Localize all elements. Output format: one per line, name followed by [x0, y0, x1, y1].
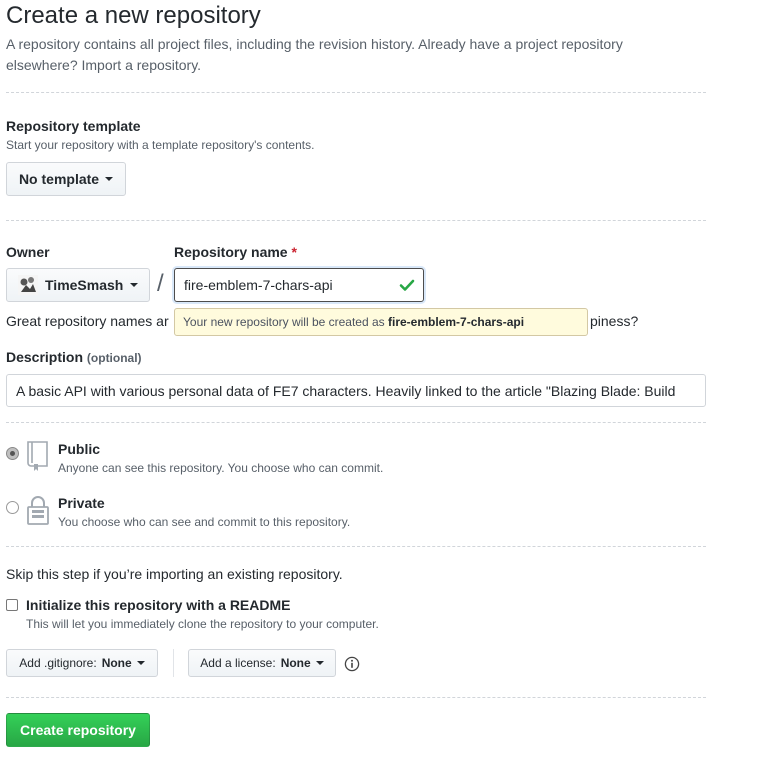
import-repository-link[interactable]: Import a repository. [82, 57, 202, 73]
repo-name-input[interactable]: fire-emblem-7-chars-api [174, 268, 424, 302]
page-intro: A repository contains all project files,… [6, 34, 696, 76]
repo-name-label-text: Repository name [174, 244, 288, 260]
button-separator [173, 649, 174, 677]
info-icon[interactable] [344, 656, 360, 672]
tooltip-text: Your new repository will be created as [183, 315, 388, 329]
private-radio[interactable] [6, 501, 19, 514]
repo-name-hint-end: piness? [590, 313, 639, 329]
description-optional: (optional) [86, 351, 142, 365]
owner-select-button[interactable]: TimeSmash [6, 268, 150, 302]
license-select-button[interactable]: Add a license: None [188, 649, 336, 677]
template-select-button[interactable]: No template [6, 162, 126, 196]
description-label-text: Description [6, 349, 84, 365]
template-button-label: No template [18, 171, 100, 187]
owner-label: Owner [6, 244, 50, 260]
owner-avatar-icon [18, 275, 38, 295]
skip-step-note: Skip this step if you’re importing an ex… [6, 566, 343, 582]
caret-down-icon [136, 661, 145, 665]
readme-checkbox[interactable] [6, 599, 18, 611]
intro-line-2: elsewhere? [6, 57, 82, 73]
readme-label: Initialize this repository with a README [26, 597, 291, 613]
gitignore-value: None [101, 656, 132, 670]
tooltip-repo-name: fire-emblem-7-chars-api [388, 315, 525, 329]
license-value: None [280, 656, 311, 670]
divider [6, 220, 706, 221]
divider [6, 697, 706, 698]
gitignore-select-button[interactable]: Add .gitignore: None [6, 649, 158, 677]
divider [6, 546, 706, 547]
lock-icon [26, 494, 50, 526]
create-repository-button[interactable]: Create repository [6, 713, 150, 747]
public-label: Public [58, 441, 101, 457]
required-mark: * [291, 244, 297, 260]
owner-repo-separator: / [157, 270, 164, 297]
description-input[interactable]: A basic API with various personal data o… [6, 374, 706, 407]
caret-down-icon [130, 283, 139, 287]
divider [6, 92, 706, 93]
caret-down-icon [315, 661, 324, 665]
gitignore-prefix: Add .gitignore: [19, 656, 97, 670]
license-prefix: Add a license: [200, 656, 276, 670]
repo-book-icon [25, 440, 51, 472]
template-note: Start your repository with a template re… [6, 138, 315, 152]
intro-line-1: A repository contains all project files,… [6, 36, 623, 52]
repo-name-label: Repository name * [174, 244, 297, 260]
caret-down-icon [105, 177, 114, 181]
owner-name: TimeSmash [45, 277, 124, 293]
repo-name-hint-start: Great repository names ar [6, 313, 169, 329]
template-label: Repository template [6, 118, 141, 134]
repo-name-tooltip: Your new repository will be created as f… [174, 308, 588, 336]
public-note: Anyone can see this repository. You choo… [58, 461, 384, 475]
public-radio[interactable] [6, 447, 19, 460]
private-note: You choose who can see and commit to thi… [58, 515, 351, 529]
readme-note: This will let you immediately clone the … [26, 617, 379, 631]
description-label: Description (optional) [6, 349, 142, 365]
page-title: Create a new repository [6, 2, 261, 29]
divider [6, 422, 706, 423]
check-icon [399, 277, 415, 293]
private-label: Private [58, 495, 105, 511]
